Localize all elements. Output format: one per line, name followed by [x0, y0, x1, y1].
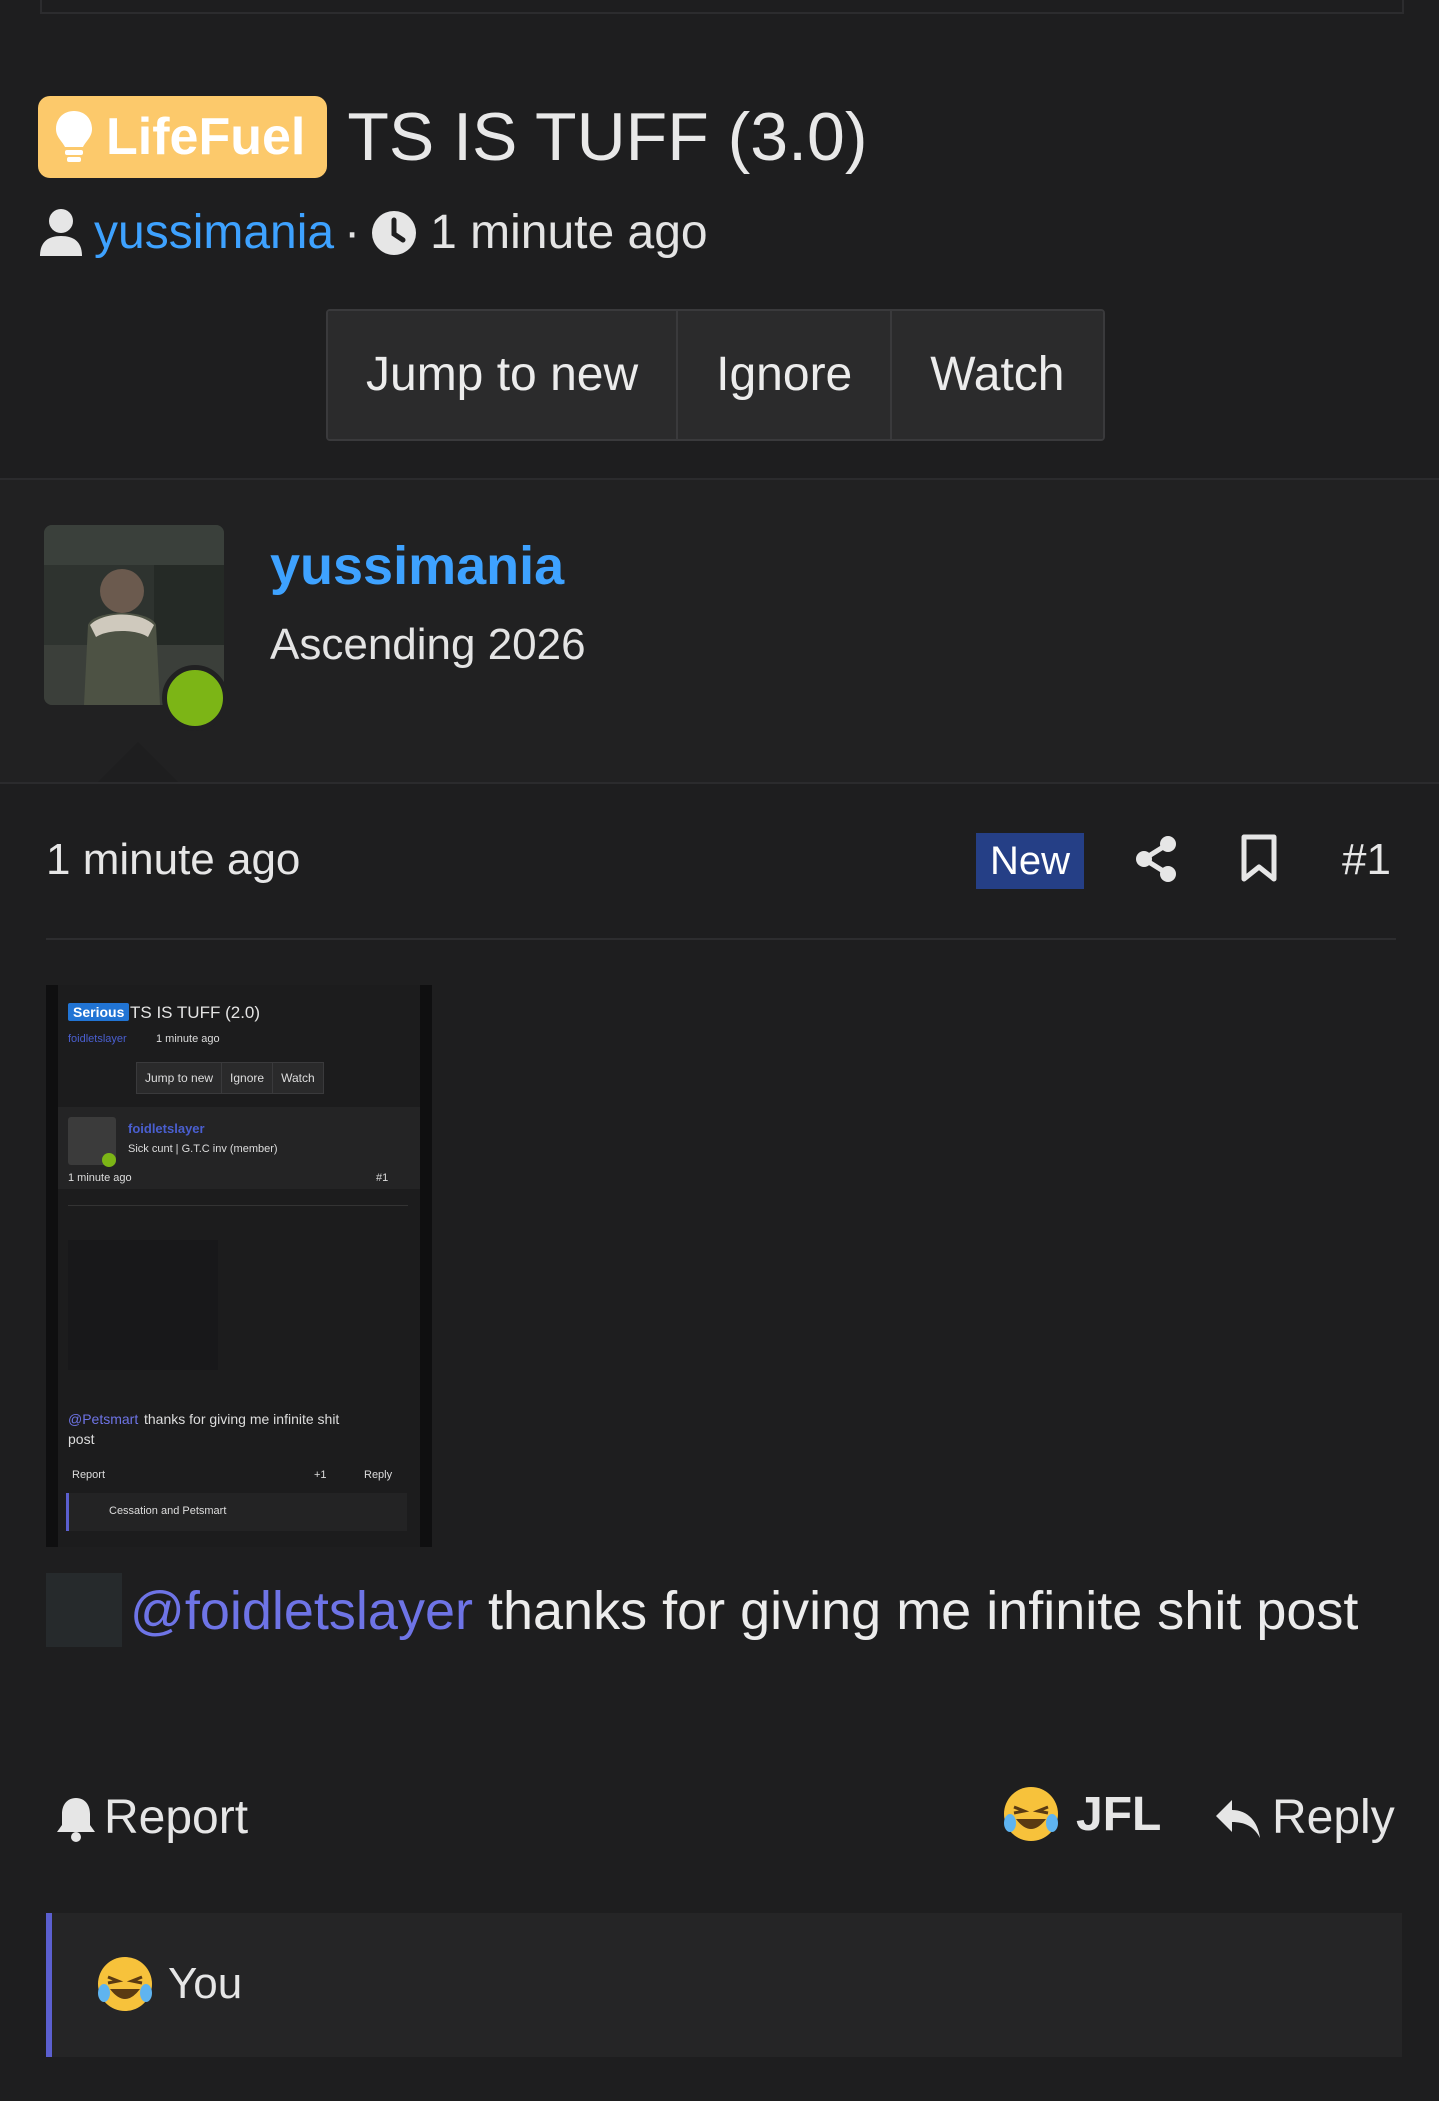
screenshot-username: foidletslayer [128, 1121, 205, 1136]
screenshot-mention: @Petsmart [68, 1411, 139, 1427]
screenshot-actions: Jump to new Ignore Watch [136, 1062, 324, 1094]
crying-laughing-emoji-icon [98, 1957, 152, 2011]
divider [46, 938, 1396, 940]
post-text: thanks for giving me infinite shit post [472, 1581, 1359, 1641]
screenshot-prefix: Serious [68, 1003, 130, 1021]
divider [0, 782, 1439, 784]
screenshot-ignore: Ignore [222, 1063, 274, 1093]
screenshot-title: TS IS TUFF (2.0) [130, 1003, 261, 1022]
reacted-by-label: You [168, 1959, 243, 2008]
thread-meta: yussimania · 1 minute ago [38, 205, 708, 260]
reply-label: Reply [1272, 1791, 1395, 1844]
crying-laughing-emoji-icon [1004, 1787, 1058, 1841]
user-icon [40, 208, 82, 256]
screenshot-text: thanks for giving me infinite shit [144, 1411, 340, 1427]
share-icon[interactable] [1134, 835, 1178, 883]
screenshot-report: Report [72, 1469, 106, 1481]
reaction-button[interactable]: JFL [1002, 1785, 1161, 1843]
ignore-button[interactable]: Ignore [678, 311, 893, 439]
bell-icon [57, 1797, 95, 1842]
screenshot-divider [68, 1205, 408, 1206]
thread-author-link[interactable]: yussimania [94, 205, 334, 260]
thread-time[interactable]: 1 minute ago [430, 205, 708, 260]
screenshot-user-title: Sick cunt | G.T.C inv (member) [128, 1143, 278, 1155]
screenshot-nested-image [68, 1240, 218, 1370]
bookmark-icon[interactable] [1240, 834, 1278, 882]
watch-button[interactable]: Watch [892, 311, 1103, 439]
prefix-label: LifeFuel [106, 108, 306, 166]
meta-separator: · [344, 206, 361, 259]
post-time[interactable]: 1 minute ago [46, 835, 300, 885]
user-title: Ascending 2026 [270, 620, 586, 669]
screenshot-text-2: post [68, 1431, 95, 1447]
screenshot-reactions: Cessation and Petsmart [66, 1493, 407, 1531]
clock-icon [372, 210, 417, 255]
previous-section-box [40, 0, 1404, 14]
screenshot-jump: Jump to new [137, 1063, 223, 1093]
screenshot-reply: Reply [364, 1469, 393, 1481]
mention-avatar[interactable] [46, 1573, 122, 1647]
report-label: Report [104, 1791, 249, 1844]
post-username[interactable]: yussimania [270, 535, 564, 597]
screenshot-watch: Watch [273, 1063, 323, 1093]
reactions-summary[interactable]: You [46, 1913, 1402, 2057]
screenshot-post-num: #1 [376, 1172, 389, 1184]
thread-actions: Jump to new Ignore Watch [326, 309, 1105, 441]
screenshot-author: foidletslayer [68, 1033, 127, 1045]
embedded-screenshot[interactable]: Serious TS IS TUFF (2.0) foidletslayer 1… [46, 985, 432, 1547]
report-button[interactable]: Report [54, 1790, 248, 1845]
screenshot-content: Serious TS IS TUFF (2.0) foidletslayer 1… [58, 985, 420, 1547]
thread-prefix-lifefuel[interactable]: LifeFuel [38, 96, 328, 178]
reaction-label: JFL [1076, 1787, 1162, 1841]
jump-to-new-button[interactable]: Jump to new [328, 311, 679, 439]
reply-arrow-icon [1216, 1799, 1260, 1838]
reply-button[interactable]: Reply [1214, 1790, 1395, 1845]
new-badge: New [976, 833, 1085, 889]
user-mention-link[interactable]: @foidletslayer [130, 1581, 473, 1641]
thread-title: TS IS TUFF (3.0) [347, 99, 868, 175]
post-number[interactable]: #1 [1342, 835, 1391, 885]
post-body: @foidletslayer thanks for giving me infi… [46, 1570, 1406, 1652]
online-status-indicator [162, 665, 228, 731]
screenshot-time: 1 minute ago [156, 1033, 220, 1045]
screenshot-reacts-text: Cessation and Petsmart [109, 1505, 227, 1517]
thread-title-row: LifeFuel TS IS TUFF (3.0) [38, 96, 867, 178]
screenshot-post-time: 1 minute ago [68, 1172, 132, 1184]
screenshot-likes: +1 [314, 1469, 327, 1481]
lightbulb-icon [56, 111, 92, 162]
screenshot-online-dot [102, 1153, 116, 1167]
user-panel-arrow [98, 742, 178, 782]
